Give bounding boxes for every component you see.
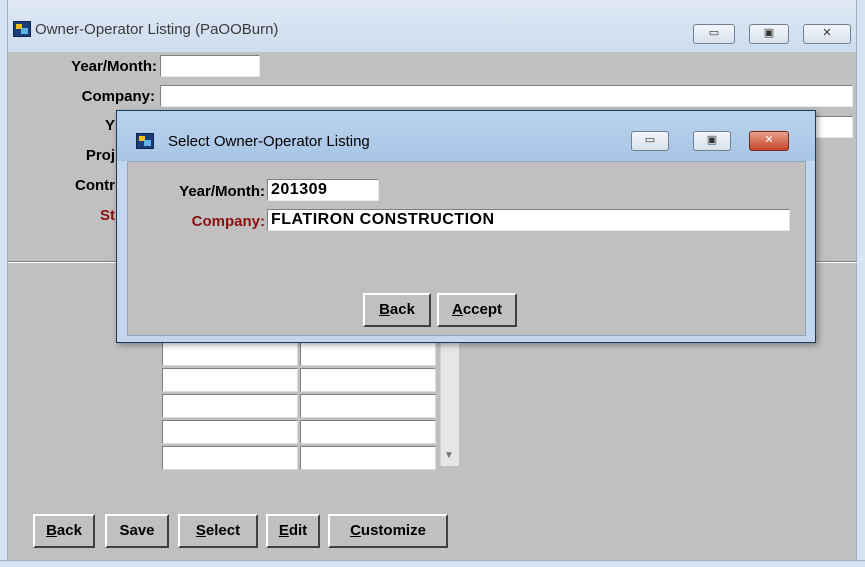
dialog-year-month-input[interactable]: 201309 — [267, 179, 379, 201]
minimize-button[interactable]: ▭ — [693, 24, 735, 44]
maximize-icon: ▣ — [706, 134, 718, 146]
edit-button[interactable]: Edit — [266, 514, 320, 548]
dialog-close-button[interactable]: ✕ — [749, 131, 789, 151]
year-month-label: Year/Month: — [71, 58, 157, 75]
grid-cell[interactable] — [162, 368, 298, 392]
dialog-minimize-button[interactable]: ▭ — [631, 131, 669, 151]
dialog-back-button[interactable]: Back — [363, 293, 431, 327]
status-label: St — [100, 207, 115, 224]
minimize-icon: ▭ — [644, 134, 656, 146]
year-month-input[interactable] — [160, 55, 260, 77]
dialog-app-icon[interactable] — [136, 133, 154, 149]
scroll-down-icon[interactable]: ▼ — [440, 446, 458, 466]
contract-label: Contr — [75, 177, 115, 194]
minimize-icon: ▭ — [708, 27, 720, 39]
grid-cell[interactable] — [300, 342, 436, 366]
company-label: Company: — [81, 88, 155, 105]
dialog-title: Select Owner-Operator Listing — [168, 133, 370, 150]
maximize-icon: ▣ — [763, 27, 775, 39]
maximize-button[interactable]: ▣ — [749, 24, 789, 44]
grid-cell[interactable] — [300, 446, 436, 470]
window-frame-right — [856, 0, 865, 567]
row3-input[interactable] — [812, 116, 853, 138]
close-icon: ✕ — [822, 27, 832, 39]
select-button[interactable]: Select — [178, 514, 258, 548]
grid-cell[interactable] — [162, 342, 298, 366]
grid-cell[interactable] — [162, 446, 298, 470]
app-icon[interactable] — [13, 21, 31, 37]
close-icon: ✕ — [764, 134, 774, 146]
window-frame-left — [0, 0, 8, 567]
dialog-company-label: Company: — [191, 213, 265, 230]
dialog-maximize-button[interactable]: ▣ — [693, 131, 731, 151]
grid-cell[interactable] — [300, 394, 436, 418]
grid-cell[interactable] — [300, 420, 436, 444]
dialog-company-input[interactable]: FLATIRON CONSTRUCTION — [267, 209, 790, 231]
grid-cell[interactable] — [162, 394, 298, 418]
grid-cell[interactable] — [300, 368, 436, 392]
dialog-year-month-label: Year/Month: — [179, 183, 265, 200]
company-input[interactable] — [160, 85, 853, 107]
dialog-title-bar[interactable]: Select Owner-Operator Listing ▭ ▣ ✕ — [117, 111, 815, 161]
save-button[interactable]: Save — [105, 514, 169, 548]
main-window-title: Owner-Operator Listing (PaOOBurn) — [35, 21, 279, 38]
close-button[interactable]: ✕ — [803, 24, 851, 44]
customize-button[interactable]: Customize — [328, 514, 448, 548]
window-frame-bottom — [0, 560, 865, 567]
row3-label: Y — [104, 117, 115, 134]
back-button[interactable]: Back — [33, 514, 95, 548]
dialog-accept-button[interactable]: Accept — [437, 293, 517, 327]
select-dialog: Select Owner-Operator Listing ▭ ▣ ✕ Year… — [116, 110, 816, 343]
main-title-bar[interactable]: Owner-Operator Listing (PaOOBurn) ▭ ▣ ✕ — [0, 0, 865, 52]
grid-cell[interactable] — [162, 420, 298, 444]
dialog-client: Year/Month: 201309 Company: FLATIRON CON… — [127, 161, 806, 336]
project-label: Proj — [85, 147, 115, 164]
